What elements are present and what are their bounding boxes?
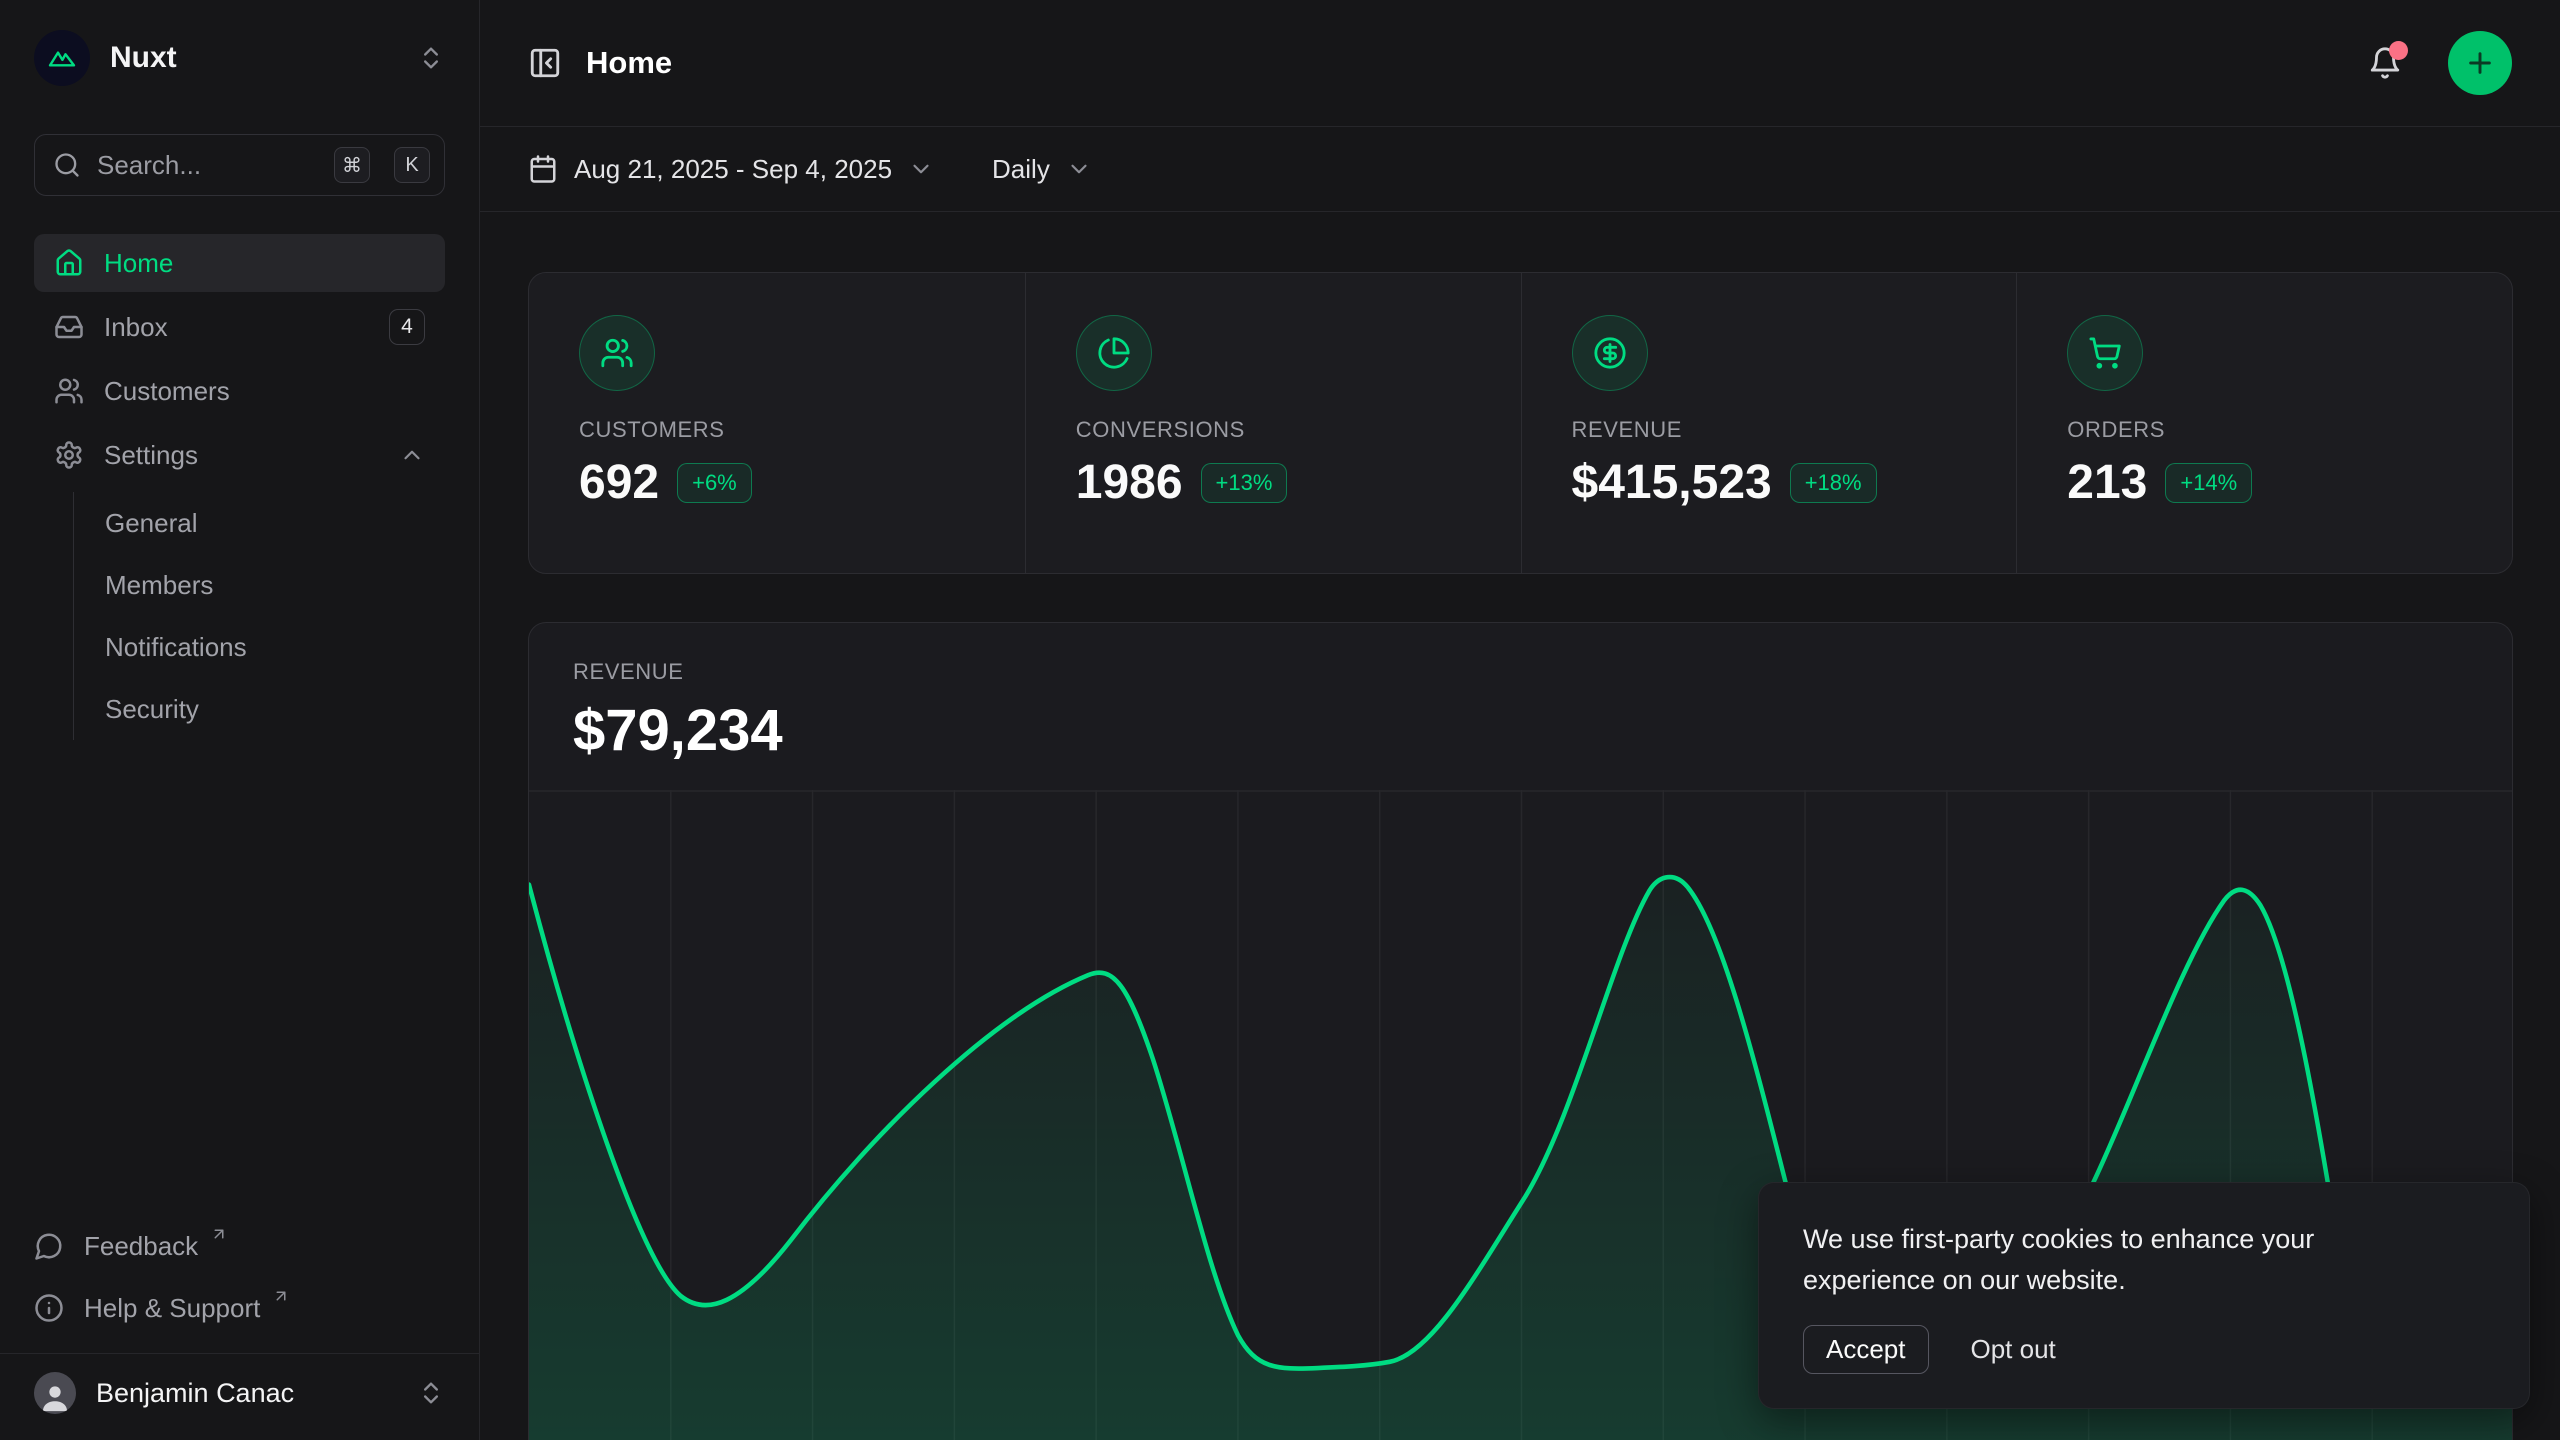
sidebar-item-settings[interactable]: Settings	[34, 426, 445, 484]
cookie-message: We use first-party cookies to enhance yo…	[1803, 1219, 2453, 1301]
sidebar-item-label: Inbox	[104, 312, 168, 343]
help-support-link[interactable]: Help & Support	[34, 1277, 445, 1339]
cookie-actions: Accept Opt out	[1803, 1325, 2485, 1374]
sidebar-item-label: Settings	[104, 440, 198, 471]
help-support-label: Help & Support	[84, 1293, 260, 1324]
stat-label: REVENUE	[1572, 417, 1967, 443]
cookie-banner: We use first-party cookies to enhance yo…	[1758, 1182, 2530, 1409]
page-title: Home	[586, 45, 672, 81]
stat-label: CONVERSIONS	[1076, 417, 1471, 443]
add-button[interactable]	[2448, 31, 2512, 95]
topbar: Home	[480, 0, 2560, 127]
sidebar-item-notifications[interactable]: Notifications	[74, 616, 445, 678]
sub-item-label: Members	[105, 570, 213, 601]
user-section: Benjamin Canac	[0, 1353, 479, 1440]
home-icon	[54, 248, 84, 278]
search-input[interactable]: Search... ⌘ K	[34, 134, 445, 196]
notification-dot	[2389, 41, 2408, 60]
sidebar-item-members[interactable]: Members	[74, 554, 445, 616]
search-placeholder: Search...	[97, 150, 318, 181]
collapse-sidebar-icon[interactable]	[528, 46, 562, 80]
granularity-select[interactable]: Daily	[992, 154, 1092, 185]
sidebar-item-inbox[interactable]: Inbox 4	[34, 298, 445, 356]
stat-value: 213	[2067, 455, 2147, 510]
stat-value: $415,523	[1572, 455, 1772, 510]
sidebar-item-home[interactable]: Home	[34, 234, 445, 292]
date-range-value: Aug 21, 2025 - Sep 4, 2025	[574, 154, 892, 185]
stat-value: 692	[579, 455, 659, 510]
workspace-switcher[interactable]: Nuxt	[34, 28, 445, 88]
stat-label: ORDERS	[2067, 417, 2462, 443]
brand-name: Nuxt	[110, 41, 177, 75]
nuxt-logo	[34, 30, 90, 86]
stat-revenue[interactable]: REVENUE $415,523 +18%	[1521, 273, 2017, 573]
sub-item-label: Security	[105, 694, 199, 725]
user-name: Benjamin Canac	[96, 1378, 294, 1409]
chevron-down-icon	[908, 156, 934, 182]
kbd-k: K	[394, 147, 430, 183]
chevron-up-icon	[399, 442, 425, 468]
external-link-icon	[210, 1225, 228, 1243]
chevron-up-down-icon	[417, 1379, 445, 1407]
feedback-label: Feedback	[84, 1231, 198, 1262]
stats-row: CUSTOMERS 692 +6% CONVERSIONS 1986	[528, 272, 2513, 574]
stat-delta-badge: +18%	[1790, 463, 1877, 503]
message-bubble-icon	[34, 1231, 64, 1261]
sidebar-item-security[interactable]: Security	[74, 678, 445, 740]
inbox-icon	[54, 312, 84, 342]
opt-out-button[interactable]: Opt out	[1971, 1334, 2056, 1365]
gear-icon	[54, 440, 84, 470]
sidebar-nav: Home Inbox 4	[34, 234, 445, 740]
user-menu-button[interactable]: Benjamin Canac	[34, 1372, 445, 1414]
stat-orders[interactable]: ORDERS 213 +14%	[2016, 273, 2512, 573]
sub-item-label: General	[105, 508, 198, 539]
date-range-picker[interactable]: Aug 21, 2025 - Sep 4, 2025	[528, 154, 934, 185]
revenue-chart-value: $79,234	[573, 697, 2468, 764]
granularity-value: Daily	[992, 154, 1050, 185]
settings-sub-list: General Members Notifications Security	[73, 492, 445, 740]
users-icon	[579, 315, 655, 391]
stat-delta-badge: +14%	[2165, 463, 2252, 503]
shopping-cart-icon	[2067, 315, 2143, 391]
sub-item-label: Notifications	[105, 632, 247, 663]
plus-icon	[2464, 47, 2496, 79]
info-circle-icon	[34, 1293, 64, 1323]
chevron-up-down-icon	[417, 44, 445, 72]
sidebar-item-general[interactable]: General	[74, 492, 445, 554]
stat-value: 1986	[1076, 455, 1183, 510]
chevron-down-icon	[1066, 156, 1092, 182]
accept-button[interactable]: Accept	[1803, 1325, 1929, 1374]
circle-dollar-icon	[1572, 315, 1648, 391]
stat-delta-badge: +6%	[677, 463, 752, 503]
stat-label: CUSTOMERS	[579, 417, 975, 443]
toolbar: Aug 21, 2025 - Sep 4, 2025 Daily	[480, 127, 2560, 212]
sidebar-item-label: Customers	[104, 376, 230, 407]
stat-customers[interactable]: CUSTOMERS 692 +6%	[529, 273, 1025, 573]
inbox-count-badge: 4	[389, 309, 425, 345]
notifications-button[interactable]	[2368, 46, 2402, 80]
stat-delta-badge: +13%	[1201, 463, 1288, 503]
sidebar-item-label: Home	[104, 248, 173, 279]
calendar-icon	[528, 154, 558, 184]
search-icon	[53, 151, 81, 179]
sidebar: Nuxt Search... ⌘ K	[0, 0, 480, 1440]
stat-conversions[interactable]: CONVERSIONS 1986 +13%	[1025, 273, 1521, 573]
revenue-chart-label: REVENUE	[573, 659, 2468, 685]
chart-pie-icon	[1076, 315, 1152, 391]
avatar	[34, 1372, 76, 1414]
external-link-icon	[272, 1287, 290, 1305]
users-icon	[54, 376, 84, 406]
sidebar-footer: Feedback Help & Support	[34, 1215, 445, 1353]
kbd-cmd: ⌘	[334, 147, 370, 183]
revenue-chart-header: REVENUE $79,234	[529, 623, 2512, 790]
feedback-link[interactable]: Feedback	[34, 1215, 445, 1277]
sidebar-item-customers[interactable]: Customers	[34, 362, 445, 420]
